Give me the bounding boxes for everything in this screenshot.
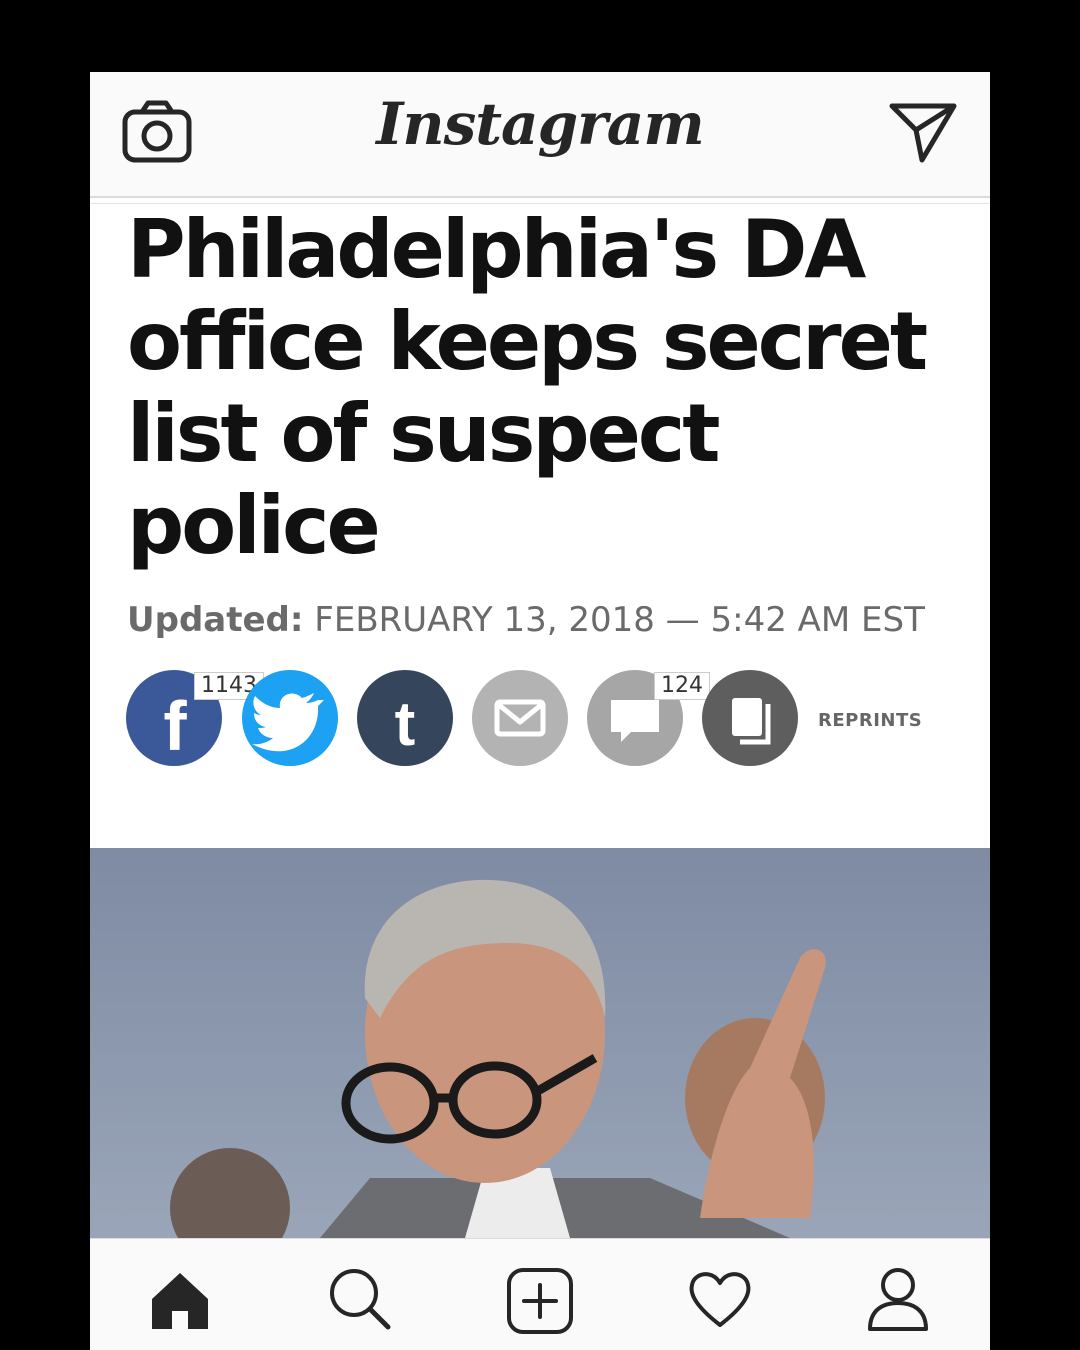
instagram-logo: Instagram	[376, 90, 704, 158]
article-photo	[90, 848, 990, 1238]
copy-icon	[732, 698, 771, 745]
tumblr-icon: t	[395, 690, 416, 759]
twitter-share-button[interactable]	[242, 670, 338, 766]
search-icon[interactable]	[328, 1267, 392, 1336]
article-timestamp: Updated: FEBRUARY 13, 2018 — 5:42 AM EST	[127, 600, 925, 640]
share-bar: f 1143 t 124 REPRINTS	[126, 670, 946, 770]
email-icon	[494, 699, 546, 737]
svg-text:t: t	[395, 690, 416, 759]
profile-icon[interactable]	[866, 1267, 930, 1336]
reprints-link[interactable]: REPRINTS	[818, 710, 922, 731]
add-post-icon[interactable]	[506, 1267, 574, 1340]
svg-text:f: f	[163, 687, 187, 765]
updated-label: Updated:	[127, 600, 304, 640]
instagram-header: Instagram	[90, 72, 990, 198]
instagram-post-screen: Instagram Philadelphia's DA office keeps…	[90, 72, 990, 1350]
email-share-button[interactable]	[472, 670, 568, 766]
tumblr-share-button[interactable]: t	[357, 670, 453, 766]
instagram-bottom-nav	[90, 1238, 990, 1350]
paper-plane-icon[interactable]	[888, 100, 958, 169]
reprints-button[interactable]	[702, 670, 798, 766]
home-icon[interactable]	[148, 1267, 212, 1336]
twitter-icon	[252, 693, 324, 752]
heart-icon[interactable]	[688, 1267, 752, 1336]
article-headline: Philadelphia's DA office keeps secret li…	[127, 203, 928, 572]
updated-value: FEBRUARY 13, 2018 — 5:42 AM EST	[314, 600, 925, 640]
